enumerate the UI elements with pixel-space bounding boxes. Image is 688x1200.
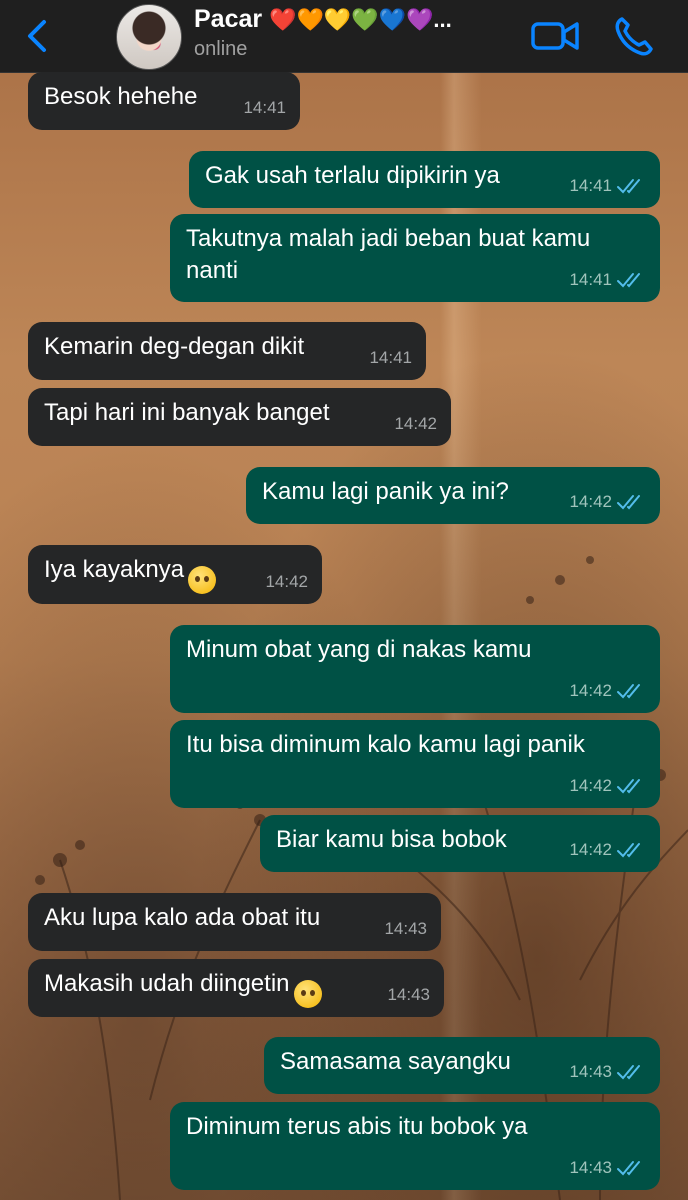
emoji-icon: 🥺 — [293, 980, 322, 1008]
message-time: 14:43 — [387, 985, 430, 1004]
message-text: Itu bisa diminum kalo kamu lagi panik — [186, 731, 585, 758]
message-time: 14:43 — [569, 1062, 612, 1081]
message-text: Kemarin deg-degan dikit — [44, 333, 305, 360]
message-time: 14:42 — [394, 414, 437, 433]
incoming-message-bubble[interactable]: Aku lupa kalo ada obat itu 14:43 — [28, 893, 441, 951]
message-time: 14:42 — [569, 840, 612, 859]
incoming-message-bubble[interactable]: Iya kayaknya😮‍💨14:42 — [28, 545, 322, 604]
message-meta: 14:43 — [387, 979, 430, 1011]
outgoing-message-bubble[interactable]: Diminum terus abis itu bobok ya 14:43 — [170, 1102, 660, 1190]
message-meta: 14:42 — [569, 675, 646, 707]
message-meta: 14:42 — [265, 566, 308, 598]
chat-header: Pacar ❤️🧡💛💚💙💜... online — [0, 0, 688, 73]
message-time: 14:43 — [384, 919, 427, 938]
outgoing-message-bubble[interactable]: Takutnya malah jadi beban buat kamu nant… — [170, 214, 660, 302]
message-time: 14:42 — [569, 492, 612, 511]
message-meta: 14:41 — [569, 264, 646, 296]
message-meta: 14:41 — [369, 342, 412, 374]
double-check-icon — [617, 684, 640, 699]
incoming-message-bubble[interactable]: Makasih udah diingetin🥺14:43 — [28, 959, 444, 1017]
message-time: 14:42 — [265, 572, 308, 591]
double-check-icon — [617, 779, 640, 794]
chevron-left-icon[interactable] — [20, 16, 56, 56]
message-time: 14:41 — [569, 176, 612, 195]
message-meta: 14:42 — [569, 834, 646, 866]
message-meta: 14:42 — [394, 408, 437, 440]
message-text: Tapi hari ini banyak banget — [44, 399, 330, 426]
outgoing-message-bubble[interactable]: Minum obat yang di nakas kamu 14:42 — [170, 625, 660, 713]
message-text: Diminum terus abis itu bobok ya — [186, 1113, 528, 1140]
message-meta: 14:41 — [569, 170, 646, 202]
outgoing-message-bubble[interactable]: Itu bisa diminum kalo kamu lagi panik 14:… — [170, 720, 660, 808]
message-text: Aku lupa kalo ada obat itu — [44, 904, 321, 931]
message-time: 14:42 — [569, 681, 612, 700]
phone-icon[interactable] — [612, 14, 656, 58]
message-time: 14:41 — [569, 270, 612, 289]
message-meta: 14:41 — [243, 92, 286, 124]
message-meta: 14:43 — [569, 1152, 646, 1184]
message-time: 14:41 — [369, 348, 412, 367]
outgoing-message-bubble[interactable]: Biar kamu bisa bobok 14:42 — [260, 815, 660, 872]
outgoing-message-bubble[interactable]: Samasama sayangku 14:43 — [264, 1037, 660, 1094]
double-check-icon — [617, 273, 640, 288]
emoji-icon: 😮‍💨 — [188, 566, 217, 594]
contact-name-text: Pacar — [194, 5, 263, 33]
message-meta: 14:42 — [569, 486, 646, 518]
message-meta: 14:42 — [569, 770, 646, 802]
message-time: 14:42 — [569, 776, 612, 795]
message-time: 14:43 — [569, 1158, 612, 1177]
double-check-icon — [617, 843, 640, 858]
double-check-icon — [617, 495, 640, 510]
incoming-message-bubble[interactable]: Besok hehehe 14:41 — [28, 72, 300, 130]
contact-avatar[interactable] — [116, 4, 182, 70]
outgoing-message-bubble[interactable]: Gak usah terlalu dipikirin ya 14:41 — [189, 151, 660, 208]
double-check-icon — [617, 1065, 640, 1080]
outgoing-message-bubble[interactable]: Kamu lagi panik ya ini? 14:42 — [246, 467, 660, 524]
incoming-message-bubble[interactable]: Tapi hari ini banyak banget 14:42 — [28, 388, 451, 446]
contact-name-hearts: ❤️🧡💛💚💙💜... — [269, 7, 452, 32]
message-time: 14:41 — [243, 98, 286, 117]
double-check-icon — [617, 1161, 640, 1176]
contact-name[interactable]: Pacar ❤️🧡💛💚💙💜... — [194, 5, 452, 34]
video-camera-icon[interactable] — [530, 16, 580, 56]
message-text: Minum obat yang di nakas kamu — [186, 636, 532, 663]
message-meta: 14:43 — [569, 1056, 646, 1088]
incoming-message-bubble[interactable]: Kemarin deg-degan dikit 14:41 — [28, 322, 426, 380]
double-check-icon — [617, 179, 640, 194]
message-text: Makasih udah diingetin🥺 — [44, 968, 428, 1008]
message-meta: 14:43 — [384, 913, 427, 945]
contact-status: online — [194, 38, 248, 60]
